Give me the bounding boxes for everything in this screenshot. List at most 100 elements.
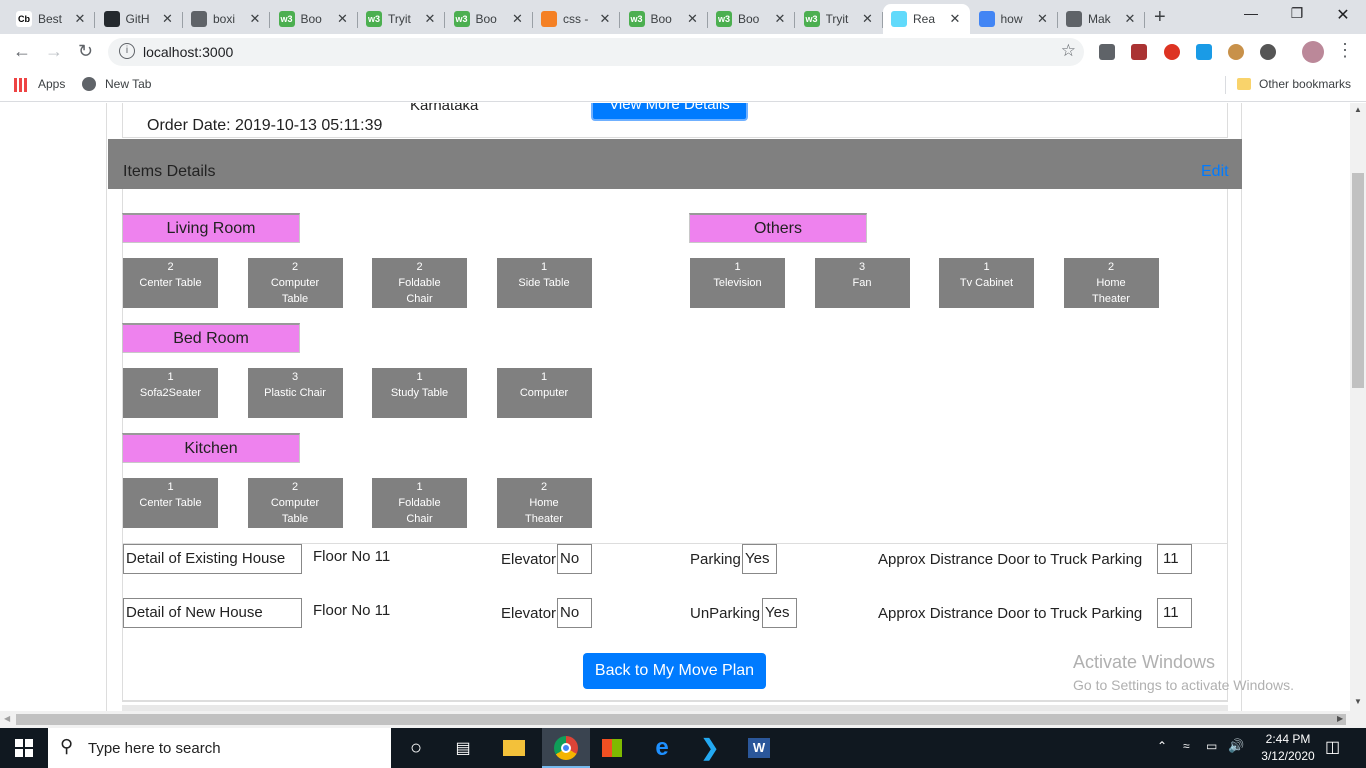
item-card: 2 Computer Table [247,478,343,528]
close-tab-icon[interactable]: ✕ [598,11,612,27]
items-details-title: Items Details [123,163,216,180]
close-tab-icon[interactable]: ✕ [161,11,175,27]
wifi-icon[interactable]: ≈ [1183,739,1190,753]
close-tab-icon[interactable]: ✕ [948,11,962,27]
scroll-right-icon[interactable]: ▶ [1337,714,1343,723]
bookmark-star-icon[interactable]: ☆ [1061,41,1076,61]
new-tab-button[interactable]: + [1154,6,1166,29]
cortana-icon[interactable]: ○ [404,736,428,760]
item-quantity: 3 [858,261,866,273]
browser-tab[interactable]: Cb Best ✕ [8,4,95,34]
tab-title: Boo [300,12,322,26]
item-name: Center Table [139,497,202,509]
scroll-up-icon[interactable]: ▲ [1354,105,1362,114]
view-more-details-button[interactable]: View More Details [591,103,748,121]
maximize-icon[interactable]: ❐ [1274,5,1320,22]
new-parking-label: UnParking [690,605,761,622]
bookmark-other[interactable]: Other bookmarks [1259,77,1351,91]
close-tab-icon[interactable]: ✕ [248,11,262,27]
store-icon[interactable] [600,736,624,760]
avatar[interactable] [1302,41,1324,63]
edge-icon[interactable]: e [650,734,674,761]
browser-tab[interactable]: boxi ✕ [183,4,270,34]
forward-arrow-icon[interactable]: → [45,41,63,62]
url-text: localhost:3000 [143,44,234,60]
item-name: Computer Table [270,497,320,525]
search-icon: ⚲ [60,736,74,756]
windows-taskbar: ⚲ Type here to search ○ ▤ e ❯ W ⌃ ≈ ▭ 🔊 … [0,728,1366,768]
close-tab-icon[interactable]: ✕ [336,11,350,27]
close-tab-icon[interactable]: ✕ [686,11,700,27]
horizontal-scrollbar[interactable]: ◀ ▶ [0,711,1366,728]
browser-tab[interactable]: w3 Boo ✕ [271,4,358,34]
back-to-move-plan-button[interactable]: Back to My Move Plan [583,653,766,689]
vertical-scroll-thumb[interactable] [1352,173,1364,388]
clock-time[interactable]: 2:44 PM [1258,732,1318,746]
edit-link[interactable]: Edit [1201,163,1229,181]
browser-tab[interactable]: css - ✕ [533,4,620,34]
google-icon [978,11,995,27]
address-bar[interactable]: i localhost:3000 ☆ [108,38,1084,66]
tray-chevron-icon[interactable]: ⌃ [1157,739,1167,753]
adblock-icon[interactable] [1164,44,1180,60]
react-icon [891,11,907,27]
w3-icon: w3 [278,11,295,27]
item-card: 3 Fan [814,258,910,308]
bookmark-new-tab[interactable]: New Tab [105,77,151,91]
close-window-icon[interactable]: ✕ [1320,5,1366,25]
extension-icon[interactable] [1099,44,1115,60]
item-name: Plastic Chair [264,387,326,399]
minimize-icon[interactable]: — [1228,5,1274,21]
close-tab-icon[interactable]: ✕ [1036,11,1050,27]
back-arrow-icon[interactable]: ← [13,41,31,62]
circle-extension-icon[interactable] [1260,44,1276,60]
browser-tab[interactable]: Mak ✕ [1058,4,1145,34]
clock-date[interactable]: 3/12/2020 [1254,749,1322,763]
browser-tab[interactable]: w3 Boo ✕ [446,4,533,34]
windows-start-icon[interactable] [12,736,36,760]
reload-icon[interactable]: ↻ [78,41,93,62]
close-tab-icon[interactable]: ✕ [1123,11,1137,27]
close-tab-icon[interactable]: ✕ [511,11,525,27]
chrome-taskbar-active[interactable] [542,728,590,768]
pdf-extension-icon[interactable] [1131,44,1147,60]
vertical-scrollbar[interactable]: ▲ ▼ [1350,103,1366,711]
task-view-icon[interactable]: ▤ [451,736,475,760]
menu-kebab-icon[interactable]: ⋮ [1336,40,1354,61]
horizontal-scroll-thumb[interactable] [16,714,1346,725]
item-name: Fan [852,277,872,289]
info-icon[interactable]: i [119,43,135,59]
cookie-icon[interactable] [1228,44,1244,60]
notifications-icon[interactable]: ◫ [1325,737,1340,757]
browser-tab[interactable]: Rea ✕ [883,4,970,34]
existing-floor: Floor No 11 [313,548,391,565]
item-quantity: 3 [291,371,299,383]
file-explorer-icon[interactable] [502,736,526,760]
volume-icon[interactable]: 🔊 [1228,738,1244,754]
word-icon[interactable]: W [747,736,771,760]
browser-tab[interactable]: w3 Tryit ✕ [796,4,883,34]
browser-tab[interactable]: w3 Boo ✕ [621,4,708,34]
existing-distance-value: 11 [1157,544,1192,574]
cast-extension-icon[interactable] [1196,44,1212,60]
close-tab-icon[interactable]: ✕ [423,11,437,27]
item-quantity: 1 [416,481,423,493]
browser-tab[interactable]: w3 Tryit ✕ [358,4,445,34]
browser-tab[interactable]: w3 Boo ✕ [708,4,795,34]
scroll-left-icon[interactable]: ◀ [4,714,10,723]
taskbar-search-box[interactable]: ⚲ Type here to search [48,728,391,768]
close-tab-icon[interactable]: ✕ [773,11,787,27]
close-tab-icon[interactable]: ✕ [73,11,87,27]
battery-icon[interactable]: ▭ [1206,739,1217,753]
browser-tab[interactable]: how ✕ [971,4,1058,34]
item-card: 1 Side Table [496,258,592,308]
close-tab-icon[interactable]: ✕ [861,11,875,27]
scroll-down-icon[interactable]: ▼ [1354,697,1362,706]
browser-tab[interactable]: GitH ✕ [96,4,183,34]
vscode-icon[interactable]: ❯ [698,735,722,760]
items-card-right-border [1227,189,1228,701]
item-card: 1 Sofa2Seater [123,368,218,418]
order-card-left-border [122,103,123,138]
bookmark-apps[interactable]: Apps [38,77,65,91]
item-quantity: 1 [734,261,741,273]
